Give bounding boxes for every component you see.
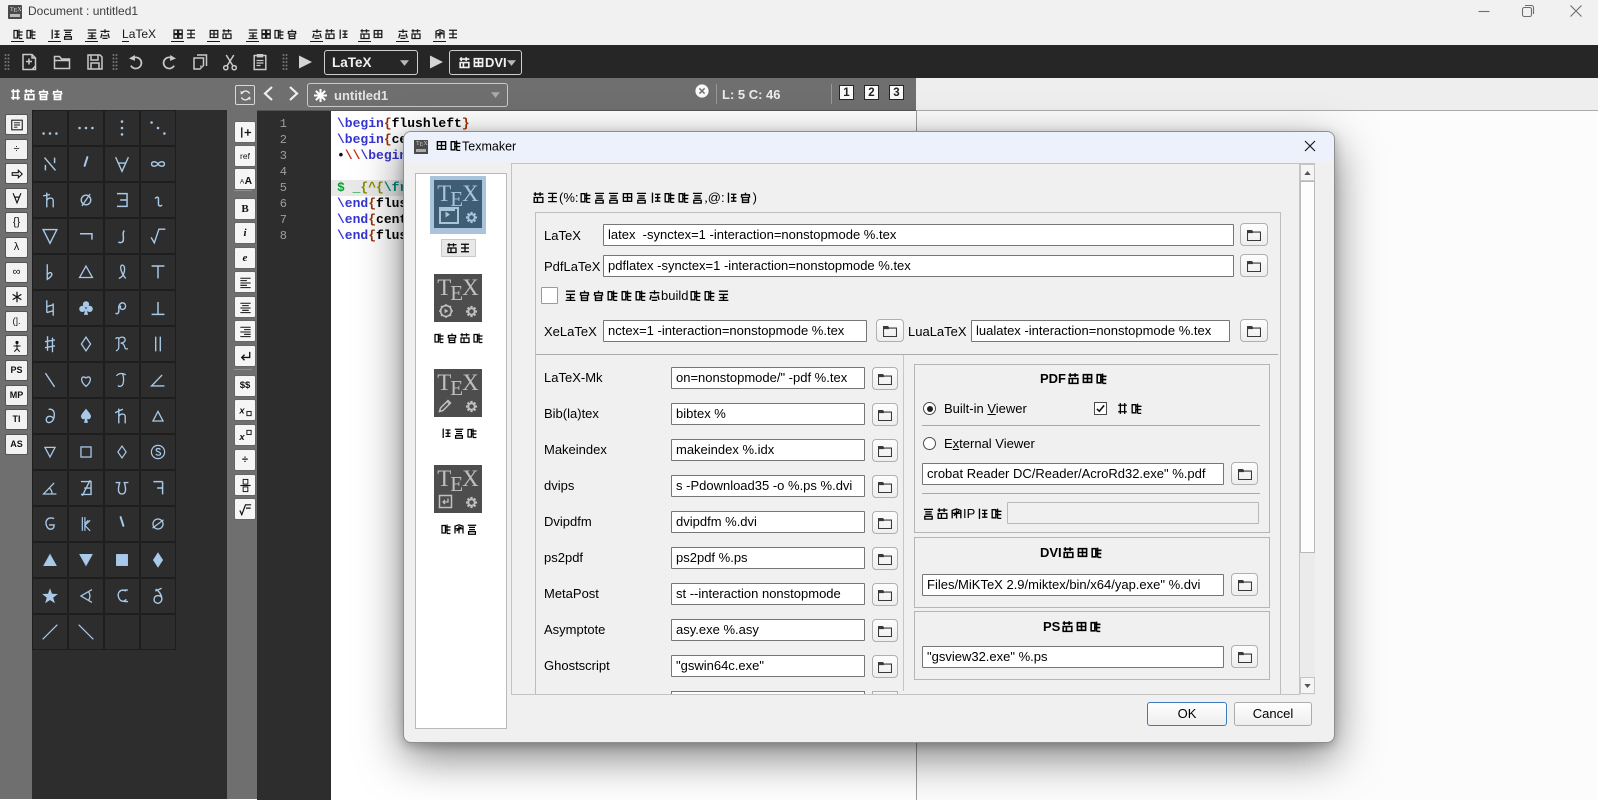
svg-text:A: A (244, 176, 252, 187)
svg-text:x: x (238, 432, 245, 442)
svg-text:x: x (238, 405, 245, 415)
